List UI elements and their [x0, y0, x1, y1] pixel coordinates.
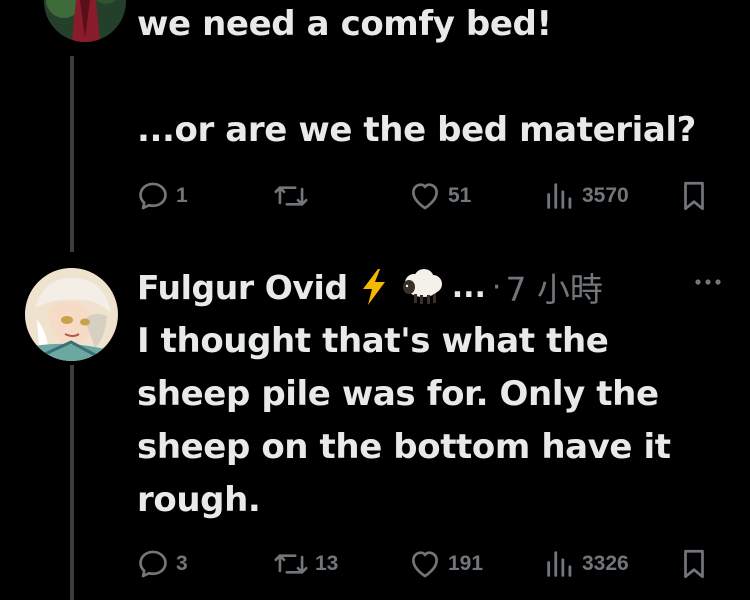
avatar[interactable]: [25, 268, 118, 361]
repost-button[interactable]: [273, 176, 315, 216]
views-icon: [547, 183, 572, 209]
sheep-emoji: [400, 267, 446, 307]
repost-button[interactable]: 13: [273, 544, 338, 584]
views-button[interactable]: 3570: [544, 176, 629, 216]
view-count: 3570: [582, 184, 629, 207]
view-count: 3326: [582, 552, 629, 575]
post-header: Fulgur Ovid ... · 7 小時: [137, 262, 737, 312]
like-count: 191: [448, 552, 484, 575]
reply-button[interactable]: 3: [136, 544, 188, 584]
views-icon: [547, 551, 572, 577]
like-button[interactable]: 191: [408, 544, 483, 584]
avatar[interactable]: [44, 0, 126, 42]
views-button[interactable]: 3326: [544, 544, 629, 584]
bookmark-icon: [684, 549, 704, 579]
heart-icon: [412, 183, 438, 210]
avatar-image: [25, 268, 118, 361]
post-timestamp[interactable]: 7 小時: [505, 263, 603, 311]
lightning-emoji: [358, 267, 390, 307]
repost-icon: [274, 554, 308, 574]
repost-icon: [274, 186, 308, 206]
reply-count: 3: [176, 552, 188, 575]
more-options-button[interactable]: [693, 272, 723, 292]
thread-line-top: [70, 56, 74, 252]
name-ellipsis: ...: [451, 269, 486, 305]
reply-count: 1: [176, 184, 188, 207]
reply-icon: [139, 182, 167, 210]
post-text: I thought that's what the sheep pile was…: [137, 321, 671, 520]
bookmark-button[interactable]: [679, 544, 709, 584]
bookmark-button[interactable]: [679, 176, 709, 216]
action-bar: 1 51 3570: [136, 176, 716, 216]
thread-line-bottom: [70, 365, 74, 600]
bookmark-icon: [684, 181, 704, 211]
separator-dot: ·: [491, 269, 502, 305]
reply-button[interactable]: 1: [136, 176, 188, 216]
like-count: 51: [448, 184, 472, 207]
more-options-icon: [695, 279, 721, 285]
author-name[interactable]: Fulgur Ovid: [137, 268, 348, 307]
like-button[interactable]: 51: [408, 176, 471, 216]
action-bar: 3 13 191 3326: [136, 544, 716, 584]
heart-icon: [412, 551, 438, 578]
avatar-image: [44, 0, 126, 42]
repost-count: 13: [315, 552, 339, 575]
reply-icon: [139, 550, 167, 578]
post-text: we need a comfy bed! ...or are we the be…: [137, 4, 696, 150]
